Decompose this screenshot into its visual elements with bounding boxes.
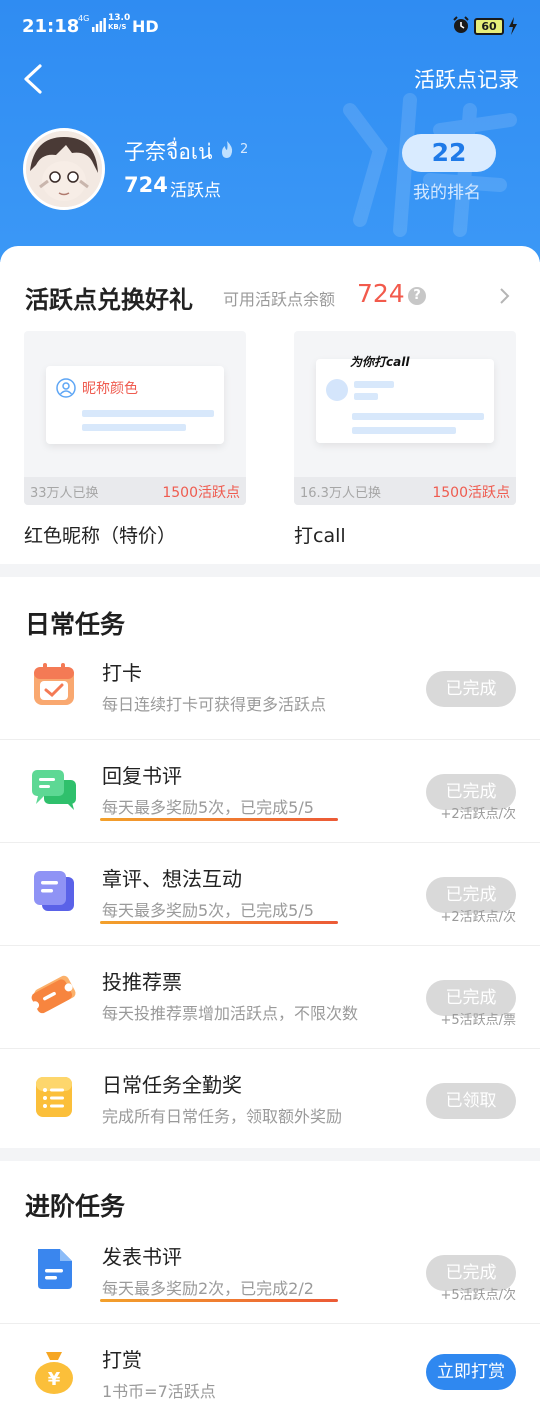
progress-underline [100, 921, 338, 924]
nickname-color-preview: 昵称颜色 [46, 366, 224, 444]
task-full-attendance: 日常任务全勤奖 完成所有日常任务，领取额外奖励 已领取 [0, 1049, 540, 1152]
gift-item-call[interactable]: 为你打call 16.3万人已换 1500活跃点 打call [294, 331, 516, 547]
progress-underline [100, 1299, 338, 1302]
battery-icon: 60 [474, 18, 504, 35]
avatar-illustration [26, 131, 102, 207]
document-icon [38, 1249, 72, 1289]
gift-name: 红色昵称（特价） [24, 525, 177, 547]
preview-text: 昵称颜色 [82, 381, 138, 397]
task-reward: +5活跃点/票 [440, 1013, 516, 1028]
gift-exchange-count: 33万人已换 [30, 486, 99, 501]
balance-label: 可用活跃点余额 [223, 290, 336, 309]
charging-icon [509, 17, 517, 35]
advanced-tasks-card: 进阶任务 发表书评 每天最多奖励2次，已完成2/2 已完成 +5活跃点/次 ¥ … [0, 1161, 540, 1401]
task-name: 发表书评 [102, 1245, 182, 1269]
task-desc: 每天最多奖励5次，已完成5/5 [102, 901, 314, 920]
chevron-right-icon[interactable] [498, 286, 512, 306]
task-checkin: 打卡 每日连续打卡可获得更多活跃点 已完成 [0, 637, 540, 740]
user-level: 2 [240, 142, 249, 157]
daily-tasks-title: 日常任务 [25, 610, 126, 639]
task-name: 投推荐票 [102, 970, 182, 994]
tip-now-button[interactable]: 立即打赏 [426, 1354, 516, 1390]
rank-badge[interactable]: 22 [402, 134, 496, 172]
activity-record-link[interactable]: 活跃点记录 [414, 64, 519, 94]
task-name: 回复书评 [102, 764, 182, 788]
chat-bubbles-icon [32, 770, 76, 810]
task-chapter-comment: 章评、想法互动 每天最多奖励5次，已完成5/5 已完成 +2活跃点/次 [0, 843, 540, 946]
task-tip: ¥ 打赏 1书币=7活跃点 立即打赏 [0, 1324, 540, 1401]
placeholder-line [82, 410, 214, 417]
header-banner: 21:18 4G 13.0 KB/S HD 60 活跃点记录 子奈จื่อเน่… [0, 0, 540, 262]
task-name: 打卡 [102, 661, 142, 685]
user-icon [56, 378, 76, 398]
placeholder-line [354, 393, 378, 400]
placeholder-line [354, 381, 394, 388]
checklist-icon [36, 1077, 72, 1117]
gift-exchange-title: 活跃点兑换好礼 [25, 285, 193, 314]
avatar[interactable] [23, 128, 105, 210]
alarm-icon [453, 16, 469, 33]
rank-label: 我的排名 [413, 183, 481, 203]
activity-points-unit: 活跃点 [170, 181, 221, 201]
gift-exchange-card: 活跃点兑换好礼 可用活跃点余额 724 ? 昵称颜色 33万人已换 1500活跃… [0, 246, 540, 564]
ticket-icon [31, 975, 76, 1014]
task-name: 打赏 [102, 1348, 142, 1372]
gift-exchange-count: 16.3万人已换 [300, 486, 381, 501]
task-desc: 每天最多奖励2次，已完成2/2 [102, 1279, 314, 1298]
daily-tasks-card: 日常任务 打卡 每日连续打卡可获得更多活跃点 已完成 回复书评 每天最多奖励5次… [0, 577, 540, 1148]
task-desc: 完成所有日常任务，领取额外奖励 [102, 1107, 343, 1126]
placeholder-line [82, 424, 186, 431]
svg-text:¥: ¥ [48, 1369, 61, 1390]
gift-item-red-nickname[interactable]: 昵称颜色 33万人已换 1500活跃点 红色昵称（特价） [24, 331, 246, 547]
task-desc: 每天投推荐票增加活跃点，不限次数 [102, 1004, 359, 1023]
task-reward: +5活跃点/次 [440, 1288, 516, 1303]
preview-text: 为你打call [350, 355, 410, 369]
task-status-button[interactable]: 已完成 [426, 671, 516, 707]
help-icon[interactable]: ? [408, 287, 426, 305]
activity-points-value: 724 [124, 173, 168, 197]
task-name: 章评、想法互动 [102, 867, 242, 891]
gift-name: 打call [294, 525, 346, 547]
money-bag-icon: ¥ [35, 1352, 73, 1394]
gift-preview: 为你打call 16.3万人已换 1500活跃点 [294, 331, 516, 505]
task-reward: +2活跃点/次 [440, 807, 516, 822]
task-desc: 每天最多奖励5次，已完成5/5 [102, 798, 314, 817]
status-bar: 21:18 4G 13.0 KB/S HD 60 [0, 0, 540, 56]
task-reply-review: 回复书评 每天最多奖励5次，已完成5/5 已完成 +2活跃点/次 [0, 740, 540, 843]
back-arrow-icon[interactable] [18, 62, 50, 96]
network-speed: 13.0 KB/S [108, 13, 131, 32]
placeholder-line [352, 427, 456, 434]
call-preview: 为你打call [316, 355, 494, 443]
task-reward: +2活跃点/次 [440, 910, 516, 925]
gift-footer: 16.3万人已换 1500活跃点 [294, 477, 516, 505]
balance-value: 724 [357, 279, 405, 308]
task-status-button[interactable]: 已领取 [426, 1083, 516, 1119]
advanced-tasks-title: 进阶任务 [25, 1192, 126, 1221]
task-desc: 每日连续打卡可获得更多活跃点 [102, 695, 327, 714]
gift-cost: 1500活跃点 [162, 485, 240, 501]
calendar-check-icon [34, 663, 74, 705]
signal-icon [92, 18, 106, 32]
hd-indicator: HD [132, 17, 159, 36]
progress-underline [100, 818, 338, 821]
fire-level-icon [222, 141, 233, 158]
task-post-review: 发表书评 每天最多奖励2次，已完成2/2 已完成 +5活跃点/次 [0, 1221, 540, 1324]
gift-footer: 33万人已换 1500活跃点 [24, 477, 246, 505]
notes-icon [34, 871, 74, 911]
placeholder-line [352, 413, 484, 420]
placeholder-avatar [326, 379, 348, 401]
task-desc: 1书币=7活跃点 [102, 1382, 216, 1401]
gift-cost: 1500活跃点 [432, 485, 510, 501]
task-recommend-vote: 投推荐票 每天投推荐票增加活跃点，不限次数 已完成 +5活跃点/票 [0, 946, 540, 1049]
status-time: 21:18 [22, 16, 80, 37]
user-nickname: 子奈จื่อเน่ [124, 140, 213, 164]
task-name: 日常任务全勤奖 [102, 1073, 242, 1097]
gift-preview: 昵称颜色 33万人已换 1500活跃点 [24, 331, 246, 505]
network-type: 4G [78, 14, 90, 23]
